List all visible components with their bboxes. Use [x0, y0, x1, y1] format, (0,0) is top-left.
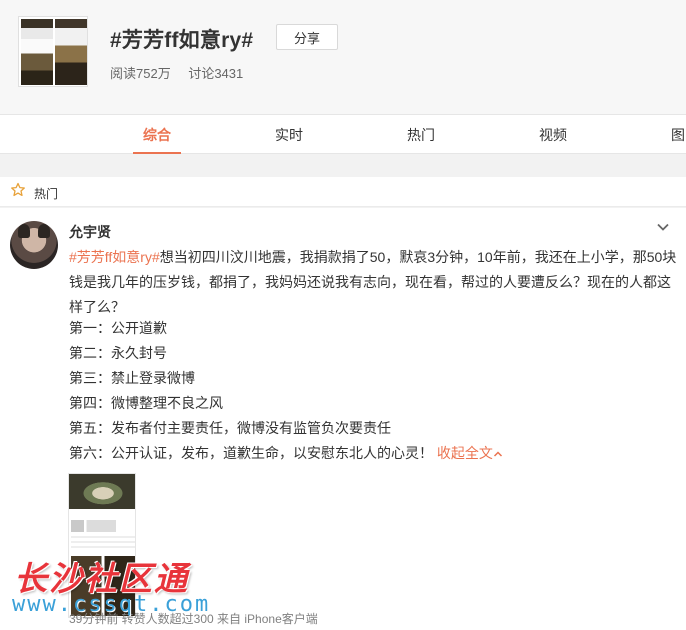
weibo-topic-page: #芳芳ff如意ry# 分享 阅读752万 讨论3431 综合 实时 热门 视频 … [0, 0, 686, 630]
post-demand-list: 第一：公开道歉 第二：永久封号 第三：禁止登录微博 第四：微博整理不良之风 第五… [69, 316, 503, 466]
topic-title: #芳芳ff如意ry# [110, 29, 254, 52]
watermark-url: www.cssqt.com [12, 592, 211, 617]
image-profile-row [71, 520, 135, 532]
star-icon [11, 182, 25, 197]
tab-comprehensive[interactable]: 综合 [143, 125, 171, 145]
chevron-down-icon[interactable] [654, 218, 672, 236]
avatar-ear [38, 224, 50, 238]
tab-pictures[interactable]: 图 [671, 125, 685, 145]
demand-line: 第四：微博整理不良之风 [69, 395, 223, 411]
read-count: 阅读752万 [110, 66, 171, 81]
hashtag-link[interactable]: #芳芳ff如意ry# [69, 249, 160, 265]
demand-line: 第三：禁止登录微博 [69, 370, 195, 386]
image-header-photo [69, 474, 135, 509]
collapse-label: 收起全文 [436, 445, 493, 461]
avatar[interactable] [10, 221, 58, 269]
hot-section-label: 热门 [34, 187, 59, 201]
image-text-block [71, 536, 135, 550]
post-username[interactable]: 允宇贤 [69, 222, 111, 242]
tab-video[interactable]: 视频 [539, 125, 567, 145]
hot-section-header: 热门 [0, 177, 686, 207]
post-body: 想当初四川汶川地震，我捐款捐了50，默哀3分钟，10年前，我还在上小学，那50块… [69, 249, 677, 315]
demand-line: 第五：发布者付主要责任，微博没有监管负次要责任 [69, 420, 391, 436]
topic-header: #芳芳ff如意ry# 分享 阅读752万 讨论3431 [0, 0, 686, 114]
thumbnail-right [55, 19, 87, 85]
collapse-full-text-link[interactable]: 收起全文 [437, 445, 503, 461]
post-text: #芳芳ff如意ry#想当初四川汶川地震，我捐款捐了50，默哀3分钟，10年前，我… [69, 245, 679, 320]
thumbnail-left [21, 19, 53, 85]
topic-thumbnail[interactable] [18, 16, 88, 87]
tab-realtime[interactable]: 实时 [275, 125, 303, 145]
demand-line: 第二：永久封号 [69, 345, 167, 361]
demand-line-last: 第六：公开认证，发布，道歉生命，以安慰东北人的心灵！ 收起全文 [69, 441, 503, 466]
share-button[interactable]: 分享 [276, 24, 338, 50]
demand-line: 第六：公开认证，发布，道歉生命，以安慰东北人的心灵！ [69, 445, 433, 461]
topic-stats: 阅读752万 讨论3431 [110, 63, 257, 82]
topic-tabs: 综合 实时 热门 视频 图 [0, 114, 686, 154]
avatar-ear [18, 224, 30, 238]
active-tab-indicator [133, 152, 181, 154]
discussion-count: 讨论3431 [188, 66, 244, 81]
tab-hot[interactable]: 热门 [407, 125, 435, 145]
chevron-up-icon [493, 451, 502, 457]
demand-line: 第一：公开道歉 [69, 320, 167, 336]
